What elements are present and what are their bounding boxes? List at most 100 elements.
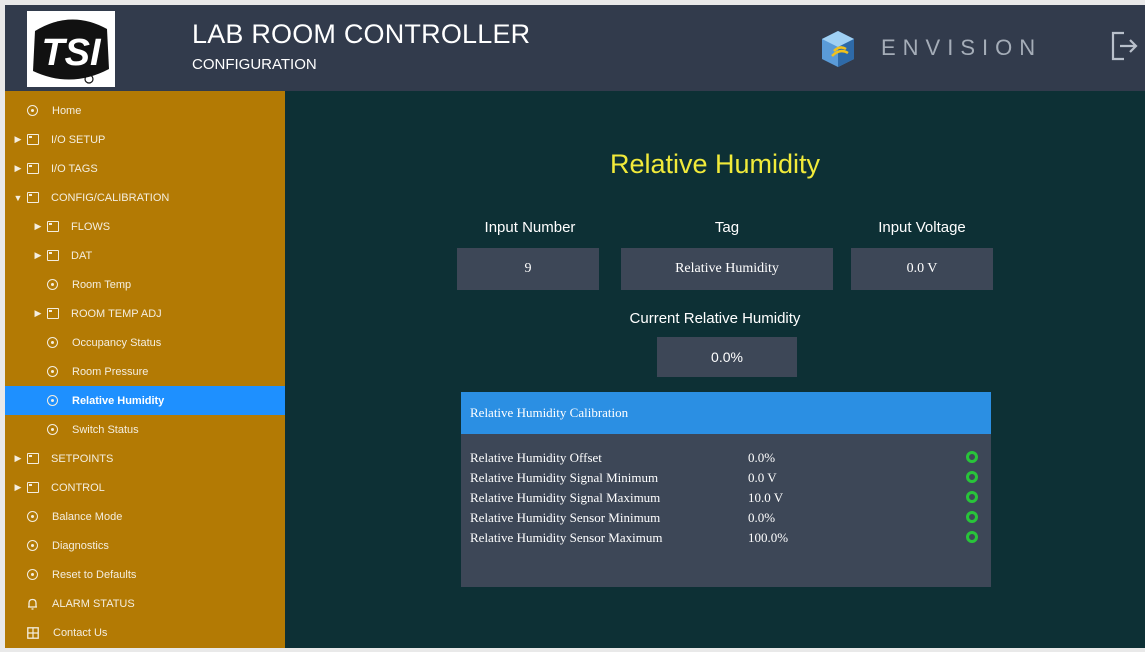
calibration-panel-title: Relative Humidity Calibration (461, 392, 991, 434)
calibration-name: Relative Humidity Offset (470, 450, 602, 465)
folder-icon (47, 308, 59, 319)
calibration-value: 0.0% (748, 510, 776, 525)
calibration-row: Relative Humidity Signal Maximum 10.0 V (461, 488, 991, 508)
sidebar-item-control[interactable]: ▶ CONTROL (5, 473, 285, 502)
sidebar-item-reset-to-defaults[interactable]: Reset to Defaults (5, 560, 285, 589)
circle-icon (47, 424, 58, 435)
folder-icon (27, 134, 39, 145)
calibration-row: Relative Humidity Sensor Maximum 100.0% (461, 528, 991, 548)
logout-icon[interactable] (1110, 29, 1140, 63)
bell-icon (27, 598, 38, 610)
sidebar-item-label: Diagnostics (52, 539, 109, 552)
calibration-row: Relative Humidity Signal Minimum 0.0 V (461, 468, 991, 488)
circle-icon (47, 337, 58, 348)
sidebar-item-relative-humidity[interactable]: Relative Humidity (5, 386, 285, 415)
calibration-name: Relative Humidity Sensor Maximum (470, 530, 663, 545)
caret-right-icon[interactable]: ▶ (13, 482, 23, 493)
sidebar-item-room-temp-adj[interactable]: ▶ ROOM TEMP ADJ (5, 299, 285, 328)
app-subtitle: CONFIGURATION (192, 56, 317, 73)
sidebar-item-diagnostics[interactable]: Diagnostics (5, 531, 285, 560)
sidebar-item-label: Room Pressure (72, 365, 149, 378)
app-title: LAB ROOM CONTROLLER (192, 19, 531, 49)
circle-icon (27, 511, 38, 522)
sidebar-item-switch-status[interactable]: Switch Status (5, 415, 285, 444)
folder-icon (27, 163, 39, 174)
calibration-row: Relative Humidity Offset 0.0% (461, 448, 991, 468)
sidebar-item-label: ROOM TEMP ADJ (71, 307, 162, 320)
sidebar-item-dat[interactable]: ▶ DAT (5, 241, 285, 270)
sidebar-item-alarm-status[interactable]: ALARM STATUS (5, 589, 285, 618)
envision-logo-icon (820, 29, 856, 69)
circle-icon (27, 540, 38, 551)
caret-right-icon[interactable]: ▶ (33, 308, 43, 319)
calibration-value: 10.0 V (748, 490, 784, 505)
edit-circle-icon[interactable] (966, 511, 978, 523)
sidebar-item-label: Switch Status (72, 423, 139, 436)
circle-icon (47, 395, 58, 406)
current-rh-value: 0.0% (657, 337, 797, 377)
folder-icon (47, 250, 59, 261)
sidebar-nav: Home ▶ I/O SETUP ▶ I/O TAGS ▼ CONFIG/CALIBRATI… (5, 91, 285, 648)
caret-right-icon[interactable]: ▶ (13, 134, 23, 145)
edit-circle-icon[interactable] (966, 471, 978, 483)
sidebar-item-flows[interactable]: ▶ FLOWS (5, 212, 285, 241)
sidebar-item-config-calibration[interactable]: ▼ CONFIG/CALIBRATION (5, 183, 285, 212)
circle-icon (27, 569, 38, 580)
folder-icon (27, 192, 39, 203)
sidebar-item-label: Balance Mode (52, 510, 123, 523)
folder-icon (47, 221, 59, 232)
sidebar-item-room-temp[interactable]: Room Temp (5, 270, 285, 299)
circle-icon (47, 279, 58, 290)
input-voltage-label: Input Voltage (878, 219, 966, 236)
folder-icon (27, 453, 39, 464)
sidebar-item-label: I/O TAGS (51, 162, 98, 175)
sidebar-item-home[interactable]: Home (5, 96, 285, 125)
calibration-name: Relative Humidity Signal Minimum (470, 470, 659, 485)
edit-circle-icon[interactable] (966, 531, 978, 543)
contact-icon (27, 626, 39, 639)
edit-circle-icon[interactable] (966, 451, 978, 463)
brand-name: ENVISION (881, 35, 1043, 60)
calibration-row: Relative Humidity Sensor Minimum 0.0% (461, 508, 991, 528)
tag-label: Tag (714, 219, 740, 236)
sidebar-item-i-o-tags[interactable]: ▶ I/O TAGS (5, 154, 285, 183)
tag-field[interactable]: Relative Humidity (621, 248, 833, 290)
calibration-value: 100.0% (748, 530, 789, 545)
input-number-label: Input Number (484, 219, 576, 236)
sidebar-item-setpoints[interactable]: ▶ SETPOINTS (5, 444, 285, 473)
caret-right-icon[interactable]: ▶ (33, 221, 43, 232)
calibration-value: 0.0 V (748, 470, 777, 485)
calibration-panel: Relative Humidity Calibration Relative H… (461, 392, 991, 587)
folder-icon (27, 482, 39, 493)
sidebar-item-balance-mode[interactable]: Balance Mode (5, 502, 285, 531)
app-window: TSI LAB ROOM CONTROLLER CONFIGURATION EN… (5, 5, 1145, 648)
main-content: Relative Humidity Input Number Tag Input… (285, 91, 1145, 648)
sidebar-item-label: Occupancy Status (72, 336, 162, 349)
sidebar-item-label: I/O SETUP (51, 133, 106, 146)
calibration-value: 0.0% (748, 450, 776, 465)
circle-icon (47, 366, 58, 377)
circle-icon (27, 105, 38, 116)
sidebar-item-contact-us[interactable]: Contact Us (5, 618, 285, 647)
current-rh-label: Current Relative Humidity (629, 310, 801, 327)
sidebar-item-label: Contact Us (53, 626, 108, 639)
calibration-name: Relative Humidity Signal Maximum (470, 490, 661, 505)
sidebar-item-label: DAT (71, 249, 93, 262)
edit-circle-icon[interactable] (966, 491, 978, 503)
caret-down-icon[interactable]: ▼ (13, 193, 23, 203)
sidebar-item-label: Home (52, 104, 82, 117)
sidebar-item-label: SETPOINTS (51, 452, 114, 465)
page-title: Relative Humidity (609, 149, 821, 179)
sidebar-item-i-o-setup[interactable]: ▶ I/O SETUP (5, 125, 285, 154)
sidebar-item-occupancy-status[interactable]: Occupancy Status (5, 328, 285, 357)
tsi-logo: TSI (27, 11, 115, 87)
caret-right-icon[interactable]: ▶ (13, 453, 23, 464)
caret-right-icon[interactable]: ▶ (13, 163, 23, 174)
input-number-field[interactable]: 9 (457, 248, 599, 290)
caret-right-icon[interactable]: ▶ (33, 250, 43, 261)
sidebar-item-label: Relative Humidity (72, 394, 165, 407)
sidebar-item-label: ALARM STATUS (52, 597, 135, 610)
sidebar-item-label: FLOWS (71, 220, 111, 233)
sidebar-item-label: CONFIG/CALIBRATION (51, 191, 170, 204)
sidebar-item-room-pressure[interactable]: Room Pressure (5, 357, 285, 386)
